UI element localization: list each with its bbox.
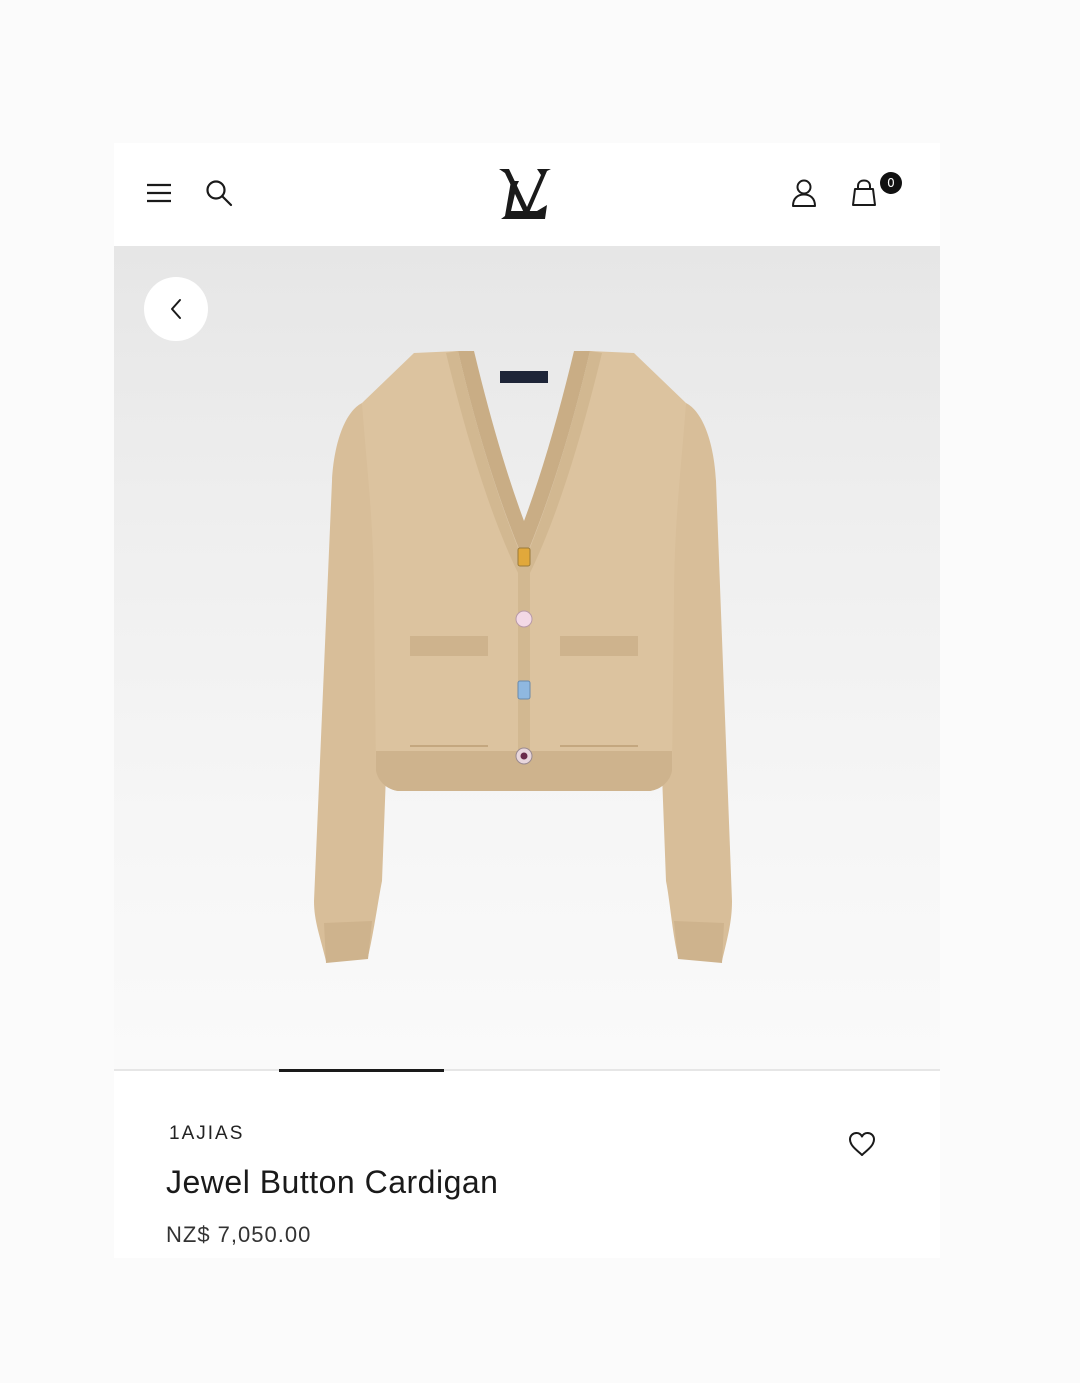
gallery-progress-indicator [279, 1069, 444, 1072]
product-sku: 1AJIAS [169, 1123, 245, 1144]
product-image[interactable] [274, 341, 774, 981]
shopping-bag-icon[interactable] [844, 173, 884, 213]
app-frame: 0 1AJIAS Jewel Button Cardigan NZ$ 7,050… [114, 143, 940, 1258]
header: 0 [114, 143, 940, 246]
cart-count-badge: 0 [880, 172, 902, 194]
back-button[interactable] [144, 277, 208, 341]
gallery-progress-track [114, 1069, 940, 1071]
chevron-left-icon [171, 299, 181, 319]
product-price: NZ$ 7,050.00 [166, 1222, 312, 1247]
heart-icon [849, 1132, 875, 1156]
lv-logo[interactable] [497, 161, 557, 225]
wishlist-button[interactable] [844, 1126, 880, 1162]
search-icon[interactable] [199, 173, 239, 213]
lv-monogram-logo [499, 169, 551, 219]
product-title: Jewel Button Cardigan [166, 1164, 499, 1200]
hamburger-menu-icon[interactable] [139, 173, 179, 213]
user-icon[interactable] [784, 173, 824, 213]
product-gallery[interactable] [114, 246, 940, 1071]
